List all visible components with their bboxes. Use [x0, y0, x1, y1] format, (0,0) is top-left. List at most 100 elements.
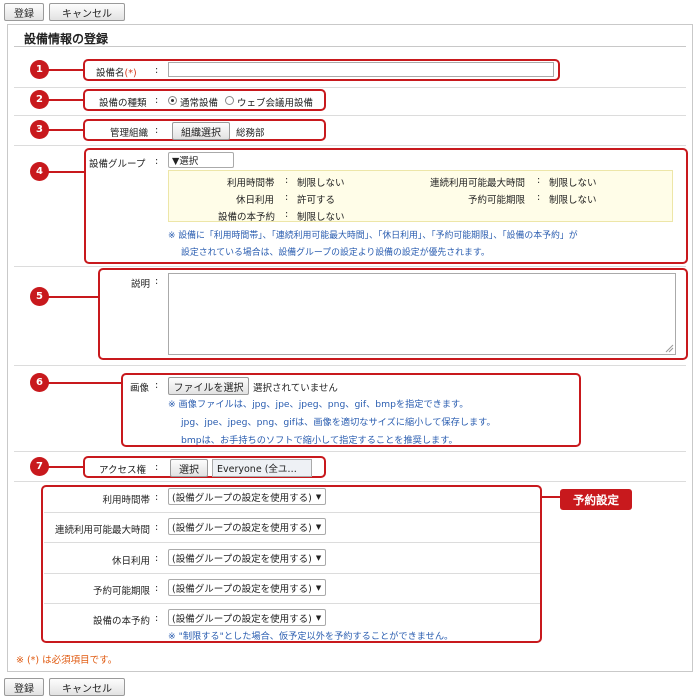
marker-connector: [48, 99, 83, 101]
select-access-button[interactable]: 選択: [170, 459, 208, 477]
page-title: 設備情報の登録: [24, 32, 109, 46]
row-divider: [14, 145, 686, 146]
res-max-duration-value: (設備グループの設定を使用する): [172, 522, 312, 534]
radio-normal-label[interactable]: 通常設備: [180, 95, 218, 109]
cancel-button-bottom[interactable]: キャンセル: [49, 678, 125, 696]
info-deadline-label: 予約可能期限: [468, 195, 526, 206]
group-label: 設備グループ: [89, 159, 146, 170]
res-final-booking-select[interactable]: (設備グループの設定を使用する) ▼: [168, 609, 326, 626]
marker-connector: [48, 382, 121, 384]
marker-1: 1: [30, 60, 49, 79]
choose-file-button[interactable]: ファイルを選択: [168, 377, 249, 395]
name-label-text: 設備名: [96, 68, 125, 79]
colon: :: [155, 522, 159, 533]
res-max-duration-select[interactable]: (設備グループの設定を使用する) ▼: [168, 518, 326, 535]
marker-6: 6: [30, 373, 49, 392]
colon: :: [537, 192, 541, 203]
row-divider: [14, 481, 686, 482]
colon: :: [285, 209, 289, 220]
cancel-button-top[interactable]: キャンセル: [49, 3, 125, 21]
group-note-1: ※ 設備に「利用時間帯」、「連続利用可能最大時間」、「休日利用」、「予約可能期限…: [168, 231, 578, 241]
info-time-value: 制限しない: [297, 178, 345, 189]
image-label: 画像: [130, 383, 150, 394]
res-time-value: (設備グループの設定を使用する): [172, 492, 312, 504]
badge-connector: [542, 496, 560, 498]
dropdown-arrow-icon: ▼: [315, 613, 322, 622]
reservation-badge: 予約設定: [560, 489, 632, 510]
group-note-2: 設定されている場合は、設備グループの設定より設備の設定が優先されます。: [181, 248, 490, 258]
title-divider: [14, 46, 686, 47]
org-label: 管理組織: [110, 128, 149, 139]
info-holiday-label: 休日利用: [236, 195, 275, 206]
dropdown-arrow-icon: ▼: [315, 522, 322, 531]
res-holiday-select[interactable]: (設備グループの設定を使用する) ▼: [168, 549, 326, 566]
colon: :: [155, 156, 159, 167]
res-holiday-value: (設備グループの設定を使用する): [172, 553, 312, 565]
radio-web-meeting-label[interactable]: ウェブ会議用設備: [237, 95, 313, 109]
colon: :: [155, 125, 159, 136]
res-final-booking-value: (設備グループの設定を使用する): [172, 613, 312, 625]
dropdown-arrow-icon: ▼: [315, 583, 322, 592]
radio-normal-equipment[interactable]: [168, 96, 177, 105]
resize-handle-icon[interactable]: [664, 343, 674, 353]
image-note-2: jpg、jpe、jpeg、png、gifは、画像を適切なサイズに縮小して保存しま…: [181, 417, 496, 428]
info-max-duration-label: 連続利用可能最大時間: [430, 178, 526, 189]
info-holiday-value: 許可する: [297, 195, 336, 206]
register-button-top[interactable]: 登録: [4, 3, 44, 21]
register-button-bottom[interactable]: 登録: [4, 678, 44, 696]
type-label: 設備の種類: [99, 98, 147, 109]
marker-connector: [48, 466, 83, 468]
colon: :: [155, 95, 159, 106]
org-value: 総務部: [236, 128, 265, 139]
marker-connector: [48, 171, 84, 173]
res-time-select[interactable]: (設備グループの設定を使用する) ▼: [168, 488, 326, 505]
colon: :: [285, 192, 289, 203]
marker-connector: [48, 69, 83, 71]
image-note-1: ※ 画像ファイルは、jpg、jpe、jpeg、png、gif、bmpを指定できま…: [168, 399, 469, 410]
colon: :: [537, 175, 541, 186]
file-status: 選択されていません: [253, 383, 338, 394]
colon: :: [155, 380, 159, 391]
colon: :: [155, 462, 159, 473]
res-max-duration-label: 連続利用可能最大時間: [54, 525, 150, 536]
dropdown-arrow-icon: ▼: [315, 553, 322, 562]
group-select[interactable]: ▼選択: [168, 152, 234, 168]
access-label: アクセス権: [99, 465, 147, 476]
access-value-field[interactable]: Everyone (全ユ…: [212, 459, 312, 477]
marker-connector: [48, 296, 98, 298]
required-footnote: ※ (*) は必須項目です。: [16, 655, 118, 666]
description-textarea[interactable]: [168, 273, 676, 355]
res-deadline-value: (設備グループの設定を使用する): [172, 583, 312, 595]
marker-7: 7: [30, 457, 49, 476]
marker-2: 2: [30, 90, 49, 109]
row-divider: [14, 115, 686, 116]
row-divider: [14, 451, 686, 452]
info-time-label: 利用時間帯: [227, 178, 275, 189]
res-final-booking-label: 設備の本予約: [92, 616, 150, 627]
info-deadline-value: 制限しない: [549, 195, 597, 206]
desc-label: 説明: [131, 279, 151, 290]
info-final-booking-label: 設備の本予約: [218, 212, 276, 223]
res-holiday-label: 休日利用: [111, 556, 150, 567]
name-label: 設備名(*): [96, 65, 137, 79]
colon: :: [155, 492, 159, 503]
info-max-duration-value: 制限しない: [549, 178, 597, 189]
row-divider: [14, 87, 686, 88]
res-time-label: 利用時間帯: [102, 495, 150, 506]
colon: :: [285, 175, 289, 186]
radio-web-meeting-equipment[interactable]: [225, 96, 234, 105]
marker-3: 3: [30, 120, 49, 139]
info-final-booking-value: 制限しない: [297, 212, 345, 223]
res-deadline-label: 予約可能期限: [92, 586, 150, 597]
marker-connector: [48, 129, 83, 131]
select-org-button[interactable]: 組織選択: [172, 122, 230, 140]
equipment-name-input[interactable]: [168, 62, 554, 77]
res-deadline-select[interactable]: (設備グループの設定を使用する) ▼: [168, 579, 326, 596]
colon: :: [155, 583, 159, 594]
colon: :: [155, 65, 159, 76]
colon: :: [155, 276, 159, 287]
row-divider: [14, 266, 686, 267]
marker-5: 5: [30, 287, 49, 306]
image-note-3: bmpは、お手持ちのソフトで縮小して指定することを推奨します。: [181, 435, 458, 446]
row-divider: [14, 365, 686, 366]
